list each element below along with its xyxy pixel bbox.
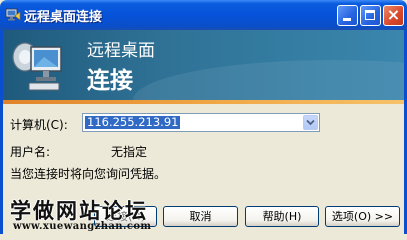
chevron-down-icon [306, 119, 315, 126]
maximize-button[interactable] [360, 5, 381, 26]
options-button-label: 选项(O) >> [331, 210, 394, 223]
remote-desktop-icon [5, 8, 21, 21]
title-bar[interactable]: 远程桌面连接 × [0, 0, 407, 30]
cancel-button[interactable]: 取消 [163, 206, 238, 227]
combo-dropdown-button[interactable] [303, 115, 318, 130]
help-button[interactable]: 帮助(H) [245, 206, 319, 227]
remote-desktop-window: 远程桌面连接 × 远程桌面 连接 计算机(C): 116.255.213.91 [0, 0, 407, 234]
username-label: 用户名: [10, 145, 51, 159]
computer-value[interactable]: 116.255.213.91 [85, 116, 181, 129]
options-button[interactable]: 选项(O) >> [325, 206, 400, 227]
help-button-label: 帮助(H) [262, 210, 302, 223]
minimize-button[interactable] [337, 5, 358, 26]
close-button[interactable]: × [383, 5, 404, 26]
banner-title-line1: 远程桌面 [87, 41, 155, 61]
window-title: 远程桌面连接 [24, 10, 103, 25]
banner-swoosh [133, 60, 404, 100]
minimize-icon [343, 18, 351, 21]
cancel-button-label: 取消 [189, 210, 212, 223]
close-icon: × [386, 5, 401, 24]
username-value: 无指定 [111, 145, 148, 159]
computer-combobox[interactable]: 116.255.213.91 [82, 113, 320, 132]
banner-stripe [3, 100, 404, 104]
computer-label: 计算机(C): [10, 118, 68, 132]
credentials-hint: 当您连接时将向您询问凭据。 [10, 167, 167, 181]
watermark-url: www.xuewangzhan.com [13, 221, 152, 232]
banner: 远程桌面 连接 [3, 30, 404, 100]
maximize-icon [365, 10, 375, 20]
banner-title-line2: 连接 [87, 68, 133, 94]
computer-monitor-icon [12, 42, 62, 91]
